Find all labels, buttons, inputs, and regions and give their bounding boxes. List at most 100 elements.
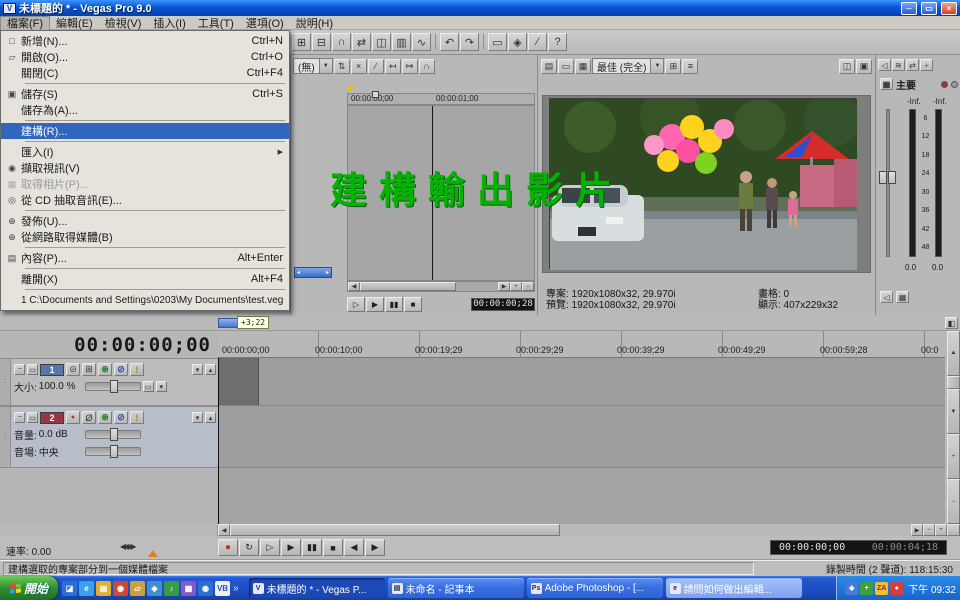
pencil-tool-icon[interactable]: ∕ <box>528 33 547 51</box>
composite-mode-icon[interactable]: ▭ <box>143 381 154 392</box>
scroll-down-icon[interactable]: ▼ <box>947 389 960 434</box>
scroll-thumb[interactable] <box>230 524 560 536</box>
track-more-icon[interactable]: ▴ <box>205 364 216 375</box>
make-child-icon[interactable]: ▾ <box>156 381 167 392</box>
auto-ripple-icon[interactable]: ⇄ <box>352 33 371 51</box>
track-maximize-icon[interactable]: ▭ <box>27 412 38 423</box>
track-pan-slider[interactable] <box>85 447 141 456</box>
insert-bus-icon[interactable]: + <box>920 59 933 71</box>
track-size-slider[interactable] <box>85 382 141 391</box>
timeline-lanes[interactable]: 00:00:00;00 00:00:10;00 00:00:19;29 00:0… <box>218 331 945 524</box>
external-monitor-icon[interactable]: ▭ <box>488 33 507 51</box>
vb-icon[interactable]: VB <box>215 581 230 596</box>
folder-icon[interactable]: ▱ <box>130 581 145 596</box>
audio-track-lane[interactable] <box>218 406 945 468</box>
menu-item-get-photo[interactable]: ▦ 取得相片(P)... <box>1 176 289 192</box>
bus-mute-icon[interactable] <box>951 81 958 88</box>
menu-item-publish[interactable]: ⊕ 發佈(U)... <box>1 213 289 229</box>
sort-media-icon[interactable]: ⇅ <box>334 59 350 74</box>
menu-file[interactable]: 檔案(F) <box>0 16 50 30</box>
restore-button[interactable]: ▭ <box>921 2 937 15</box>
preview-grid-icon[interactable]: ≡ <box>682 59 698 74</box>
envelope-tool-icon[interactable]: ∿ <box>412 33 431 51</box>
copy-frame-icon[interactable]: ◫ <box>839 59 855 74</box>
menu-view[interactable]: 檢視(V) <box>99 16 148 30</box>
track-minimize-icon[interactable]: − <box>14 412 25 423</box>
track-motion-icon[interactable]: ⊞ <box>82 363 96 376</box>
scroll-trough[interactable] <box>560 524 911 536</box>
menu-item-open[interactable]: ▱ 開啟(O)... Ctrl+O <box>1 49 289 65</box>
mark-out-icon[interactable]: ↦ <box>402 59 418 74</box>
menu-tools[interactable]: 工具(T) <box>192 16 240 30</box>
group-events-icon[interactable]: ◫ <box>372 33 391 51</box>
trimmer-play-button[interactable]: ▶ <box>366 297 384 312</box>
trimmer-snap-icon[interactable]: ∩ <box>419 59 435 74</box>
snap-icon[interactable]: ∩ <box>332 33 351 51</box>
photo-icon[interactable]: ▦ <box>181 581 196 596</box>
play-button[interactable]: ▶ <box>281 539 301 556</box>
audio-track-header[interactable]: ⋮ − ▭ 2 ● Ø ⊛ ⊘ ! ▾ ▴ <box>0 406 218 468</box>
task-photoshop[interactable]: Ps Adobe Photoshop - [... <box>527 578 663 598</box>
menu-item-save[interactable]: ▣ 儲存(S) Ctrl+S <box>1 86 289 102</box>
menu-item-save-as[interactable]: 儲存為(A)... <box>1 102 289 118</box>
redo-icon[interactable]: ↷ <box>460 33 479 51</box>
meters-icon[interactable]: ≋ <box>892 59 905 71</box>
tool-select-icon[interactable]: ◈ <box>508 33 527 51</box>
menu-item-recent-file[interactable]: 1 C:\Documents and Settings\0203\My Docu… <box>1 292 289 308</box>
mark-in-icon[interactable]: ↤ <box>385 59 401 74</box>
menu-item-exit[interactable]: 離開(X) Alt+F4 <box>1 271 289 287</box>
browser-icon[interactable]: ◉ <box>198 581 213 596</box>
track-maximize-icon[interactable]: ▭ <box>27 364 38 375</box>
bypass-motion-blur-icon[interactable]: ⊝ <box>66 363 80 376</box>
track-more-icon[interactable]: ▴ <box>205 412 216 423</box>
scroll-left-icon[interactable]: ◀ <box>348 282 360 291</box>
play-from-start-button[interactable]: ▷ <box>260 539 280 556</box>
track-zoom-out-icon[interactable]: − <box>947 479 960 524</box>
scroll-right-icon[interactable]: ▶ <box>911 524 923 536</box>
automation-icon[interactable]: ▾ <box>192 412 203 423</box>
rate-scrub-control[interactable]: ◀◆▶ <box>120 542 135 551</box>
timeline-event[interactable] <box>218 358 259 405</box>
scroll-left-icon[interactable]: ◀ <box>218 524 230 536</box>
ie-icon[interactable]: e <box>79 581 94 596</box>
save-frame-icon[interactable]: ▣ <box>856 59 872 74</box>
meter-options-icon[interactable]: ▦ <box>896 291 909 303</box>
project-properties-icon[interactable]: ▤ <box>541 59 557 74</box>
master-fader-handle-left[interactable] <box>879 171 887 184</box>
music-icon[interactable]: ♪ <box>164 581 179 596</box>
mute-icon[interactable]: ⊘ <box>114 411 128 424</box>
trimmer-pause-button[interactable]: ▮▮ <box>385 297 403 312</box>
downmix-output-icon[interactable]: ◁ <box>878 59 891 71</box>
trimmer-stop-button[interactable]: ■ <box>404 297 422 312</box>
video-track-lane[interactable] <box>218 358 945 406</box>
msn-icon[interactable]: ◈ <box>147 581 162 596</box>
bus-fx-icon[interactable] <box>941 81 948 88</box>
timeline-options-button[interactable]: ◧ <box>945 317 958 329</box>
speaker-icon[interactable]: ◁ <box>880 291 893 303</box>
record-arm-icon[interactable]: ● <box>66 411 80 424</box>
menu-item-properties[interactable]: ▤ 內容(P)... Alt+Enter <box>1 250 289 266</box>
loop-playback-button[interactable]: ↻ <box>239 539 259 556</box>
scroll-thumb[interactable] <box>947 376 960 389</box>
media-player-icon[interactable]: ◉ <box>113 581 128 596</box>
preview-quality-dropdown[interactable]: 最佳 (完全) ▼ <box>592 58 664 74</box>
menu-item-render-as[interactable]: 建構(R)... <box>1 123 289 139</box>
master-fader-handle-right[interactable] <box>888 171 896 184</box>
show-desktop-icon[interactable]: ◪ <box>62 581 77 596</box>
scroll-up-icon[interactable]: ▲ <box>947 331 960 376</box>
zonealarm-tray-icon[interactable]: ZA <box>875 582 888 595</box>
trimmer-play-from-start-button[interactable]: ▷ <box>347 297 365 312</box>
timeline-hscrollbar[interactable]: ◀ ▶ − + <box>0 524 960 536</box>
edit-media-icon[interactable]: ∕ <box>368 59 384 74</box>
scroll-right-icon[interactable]: ▶ <box>498 282 510 291</box>
undo-icon[interactable]: ↶ <box>440 33 459 51</box>
solo-icon[interactable]: ! <box>130 411 144 424</box>
overlays-icon[interactable]: ⊞ <box>665 59 681 74</box>
track-grip[interactable]: ⋮ <box>0 359 11 405</box>
track-zoom-in-icon[interactable]: + <box>947 434 960 479</box>
track-fx-icon[interactable]: ⊛ <box>98 363 112 376</box>
menu-item-new[interactable]: □ 新增(N)... Ctrl+N <box>1 33 289 49</box>
zoom-out-icon[interactable]: − <box>522 282 534 291</box>
menu-item-close[interactable]: 關閉(C) Ctrl+F4 <box>1 65 289 81</box>
track-minimize-icon[interactable]: − <box>14 364 25 375</box>
